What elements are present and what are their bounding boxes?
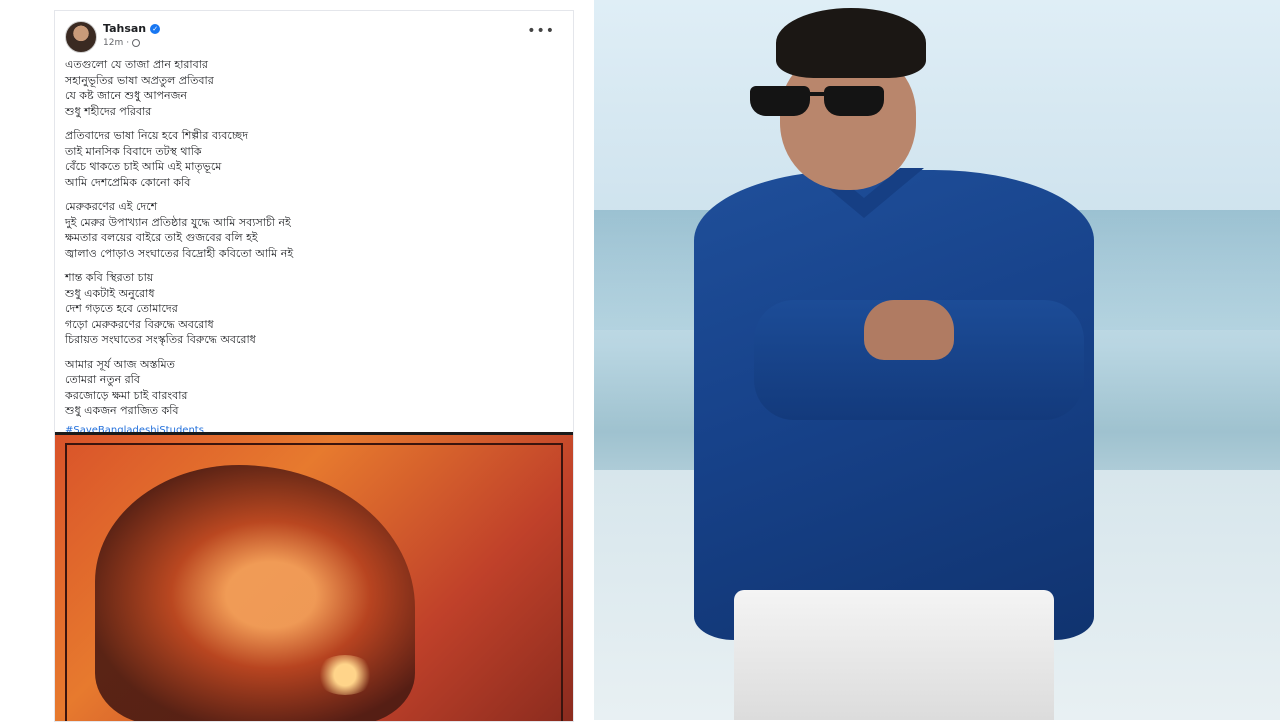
poem-line: করজোড়ে ক্ষমা চাই বারংবার xyxy=(65,388,188,402)
post-header: Tahsan ✓ 12m · ••• xyxy=(55,11,573,57)
poem-line: তাই মানসিক বিবাদে তটস্থ থাকি xyxy=(65,144,202,158)
post-text: এতগুলো যে তাজা প্রান হারাবার সহানুভূতির ভ… xyxy=(55,57,573,436)
hand xyxy=(864,300,954,360)
more-options-icon[interactable]: ••• xyxy=(527,23,555,39)
portrait-photo xyxy=(594,0,1280,720)
globe-icon xyxy=(132,39,141,47)
post-image[interactable] xyxy=(55,432,573,721)
author-avatar[interactable] xyxy=(65,21,97,53)
poem-line: বেঁচে থাকতে চাই আমি এই মাতৃভূমে xyxy=(65,160,222,173)
poem-line: চিরায়ত সংঘাতের সংস্কৃতির বিরুদ্ধে অবরোধ xyxy=(65,333,256,346)
verified-badge-icon: ✓ xyxy=(150,23,161,34)
person-figure xyxy=(694,0,1094,720)
hair xyxy=(776,8,926,78)
poem-line: শুধু একটাই অনুরোধ xyxy=(65,286,155,300)
poem-line: আমি দেশপ্রেমিক কোনো কবি xyxy=(65,175,191,189)
poem-line: আমার সূর্য আজ অস্তমিত xyxy=(65,357,175,371)
poem-line: শান্ত কবি স্থিরতা চায় xyxy=(65,271,154,284)
facebook-post: Tahsan ✓ 12m · ••• এতগুলো যে তাজা প্রান … xyxy=(54,10,574,722)
author-name-row: Tahsan ✓ xyxy=(103,22,161,35)
poem-line: সহানুভূতির ভাষা অপ্রতুল প্রতিবার xyxy=(65,73,214,87)
poem-line: তোমরা নতুন রবি xyxy=(65,373,140,386)
poem-line: ক্ষমতার বলয়ের বাইরে তাই গুজবের বলি হই xyxy=(65,231,258,244)
sunglasses-icon xyxy=(750,86,910,116)
post-meta: 12m · xyxy=(103,38,141,48)
stanza: প্রতিবাদের ভাষা নিয়ে হবে শিল্পীর ব্যবচ্… xyxy=(65,128,563,190)
stanza: শান্ত কবি স্থিরতা চায় শুধু একটাই অনুরোধ দ… xyxy=(65,270,563,348)
image-light xyxy=(315,655,375,695)
white-trousers xyxy=(734,590,1054,720)
stanza: মেরুকরণের এই দেশে দুই মেরুর উপাখ্যান প্রত… xyxy=(65,199,563,261)
poem-line: দেশ গড়তে হবে তোমাদের xyxy=(65,302,178,315)
poem-line: শুধু শহীদের পরিবার xyxy=(65,104,152,118)
poem-line: যে কষ্ট জানে শুধু আপনজন xyxy=(65,89,187,102)
post-time[interactable]: 12m xyxy=(103,38,123,48)
author-name[interactable]: Tahsan xyxy=(103,22,146,35)
poem-line: গড়ো মেরুকরণের বিরুদ্ধে অবরোধ xyxy=(65,317,214,331)
poem-line: শুধু একজন পরাজিত কবি xyxy=(65,404,179,417)
poem-line: জ্বালাও পোড়াও সংঘাতের বিদ্রোহী কবিতো আম… xyxy=(65,246,294,260)
poem-line: মেরুকরণের এই দেশে xyxy=(65,200,158,213)
poem-line: প্রতিবাদের ভাষা নিয়ে হবে শিল্পীর ব্যবচ্… xyxy=(65,129,248,142)
stanza: এতগুলো যে তাজা প্রান হারাবার সহানুভূতির ভ… xyxy=(65,57,563,119)
poem-line: এতগুলো যে তাজা প্রান হারাবার xyxy=(65,58,208,71)
stanza: আমার সূর্য আজ অস্তমিত তোমরা নতুন রবি করজোড… xyxy=(65,357,563,419)
poem-line: দুই মেরুর উপাখ্যান প্রতিষ্ঠার যুদ্ধে আমি… xyxy=(65,215,291,229)
